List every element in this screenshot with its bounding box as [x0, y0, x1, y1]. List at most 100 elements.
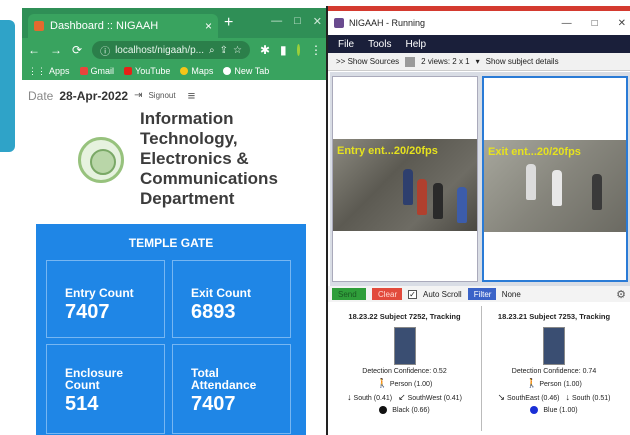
subject-panel[interactable]: 18.23.21 Subject 7253, Tracking Detectio… [481, 306, 626, 431]
bookmark-apps[interactable]: ⋮⋮ Apps [28, 66, 70, 77]
side-accent-strip [0, 20, 15, 152]
browser-tab[interactable]: Dashboard :: NIGAAH × [28, 14, 218, 38]
browser-window: Dashboard :: NIGAAH × + — □ ✕ ← → ⟳ ⓘ lo… [22, 8, 328, 435]
reload-icon[interactable]: ⟳ [72, 43, 82, 57]
bookmark-star-icon[interactable]: ☆ [233, 45, 242, 56]
arrow-down-icon: ↓ [347, 392, 352, 402]
nigaah-close-button[interactable]: ✕ [618, 18, 626, 29]
subject-panels: 18.23.22 Subject 7252, Tracking Detectio… [328, 304, 630, 435]
views-dropdown-icon[interactable]: ▾ [476, 57, 480, 66]
address-bar[interactable]: ⓘ localhost/nigaah/p... ⌕ ⇪ ☆ [92, 41, 250, 59]
menu-tools[interactable]: Tools [368, 39, 391, 50]
tab-close-icon[interactable]: × [205, 19, 212, 33]
bookmarks-bar: ⋮⋮ Apps Gmail YouTube Maps New Tab [22, 62, 328, 80]
feed-caption: Entry ent...20/20fps [337, 145, 438, 157]
nigaah-maximize-button[interactable]: □ [592, 18, 598, 29]
arrow-down-icon: ↓ [565, 392, 571, 402]
exit-count-label: Exit Count [191, 286, 251, 300]
telangana-emblem-logo [78, 137, 124, 183]
exit-count-card: Exit Count 6893 [172, 260, 291, 338]
nigaah-title: NIGAAH - Running [349, 18, 426, 28]
browser-toolbar: ← → ⟳ ⓘ localhost/nigaah/p... ⌕ ⇪ ☆ ✱ ▮ … [22, 38, 328, 62]
apps-grid-icon: ⋮⋮ [28, 65, 46, 76]
entry-count-card: Entry Count 7407 [46, 260, 165, 338]
hamburger-menu-icon[interactable]: ≡ [188, 88, 196, 103]
nigaah-window-controls: — □ ✕ [562, 18, 626, 29]
signout-link[interactable]: Signout [148, 91, 175, 100]
direction-a: South (0.41) [353, 395, 393, 402]
share-icon[interactable]: ⇪ [220, 45, 228, 56]
forward-icon[interactable]: → [50, 43, 62, 57]
department-header: Information Technology, Electronics & Co… [22, 103, 328, 221]
sidepanel-icon[interactable]: ▮ [280, 43, 287, 57]
date-row: Date 28-Apr-2022 ⇥ Signout ≡ [22, 80, 328, 103]
back-icon[interactable]: ← [28, 43, 40, 57]
clear-button[interactable]: Clear [372, 288, 402, 300]
settings-gear-icon[interactable]: ⚙ [616, 288, 626, 301]
more-menu-icon[interactable]: ⋮ [310, 43, 322, 57]
youtube-icon [124, 67, 133, 75]
extensions-icon[interactable]: ✱ [260, 43, 270, 57]
nigaah-toolbar: >> Show Sources 2 views: 2 x 1 ▾ Show su… [328, 53, 630, 71]
department-name: Information Technology, Electronics & Co… [140, 109, 278, 208]
maps-icon [180, 67, 189, 75]
enclosure-count-label: Enclosure Count [65, 366, 124, 392]
entry-count-label: Entry Count [65, 286, 134, 300]
bookmark-maps[interactable]: Maps [180, 66, 213, 76]
date-value: 28-Apr-2022 [59, 88, 129, 103]
total-attendance-card: Total Attendance 7407 [172, 344, 291, 434]
nigaah-menubar: File Tools Help [328, 35, 630, 53]
total-attendance-value: 7407 [191, 393, 236, 415]
send-button[interactable]: Send [332, 288, 366, 300]
camera-view-2[interactable]: Exit ent...20/20fps [482, 76, 628, 282]
url-text: localhost/nigaah/p... [115, 44, 205, 56]
subject-header: 18.23.22 Subject 7252, Tracking [348, 312, 461, 321]
camera-feed-exit: Exit ent...20/20fps [484, 140, 626, 232]
bookmark-gmail[interactable]: Gmail [79, 66, 114, 76]
signout-icon[interactable]: ⇥ [134, 90, 142, 101]
newtab-icon [223, 67, 232, 75]
color-class: Blue (1.00) [543, 406, 578, 414]
person-figure [552, 170, 562, 206]
nigaah-minimize-button[interactable]: — [562, 18, 572, 29]
enclosure-count-card: Enclosure Count 514 [46, 344, 165, 434]
auto-scroll-checkbox[interactable]: ✓ [408, 289, 417, 299]
minimize-button[interactable]: — [271, 15, 282, 28]
menu-file[interactable]: File [338, 39, 354, 50]
subject-thumbnail [543, 327, 565, 365]
show-sources-button[interactable]: >> Show Sources [336, 57, 399, 66]
tab-title: Dashboard :: NIGAAH [50, 20, 159, 32]
subject-header: 18.23.21 Subject 7253, Tracking [497, 312, 611, 321]
bookmark-youtube[interactable]: YouTube [124, 66, 170, 76]
detection-confidence: Detection Confidence: 0.74 [511, 368, 597, 375]
entry-count-value: 7407 [65, 301, 110, 323]
filter-value: None [501, 289, 521, 299]
person-figure [592, 174, 602, 210]
search-icon[interactable]: ⌕ [209, 45, 215, 56]
views-selector[interactable]: 2 views: 2 x 1 [421, 57, 469, 66]
bookmark-new-tab[interactable]: New Tab [223, 66, 269, 76]
feed-caption: Exit ent...20/20fps [488, 146, 581, 158]
direction-b: South (0.51) [571, 395, 611, 402]
browser-window-controls: — □ ✕ [271, 15, 322, 28]
color-class: Black (0.66) [392, 406, 430, 414]
gmail-icon [79, 67, 88, 75]
arrow-down-left-icon: ↙ [398, 392, 406, 402]
show-details-button[interactable]: Show subject details [486, 57, 559, 66]
subject-thumbnail [393, 327, 416, 365]
person-figure [417, 179, 427, 215]
filter-button[interactable]: Filter [467, 288, 496, 300]
maximize-button[interactable]: □ [294, 15, 301, 28]
info-icon[interactable]: ⓘ [100, 43, 110, 58]
camera-view-1[interactable]: Entry ent...20/20fps [332, 76, 478, 282]
camera-views-area: Entry ent...20/20fps Exit ent...20/20fps… [330, 72, 630, 346]
subject-panel[interactable]: 18.23.22 Subject 7252, Tracking Detectio… [332, 306, 477, 431]
close-button[interactable]: ✕ [313, 15, 322, 28]
menu-help[interactable]: Help [405, 39, 426, 50]
nigaah-titlebar: NIGAAH - Running — □ ✕ [328, 11, 630, 35]
new-tab-button[interactable]: + [224, 14, 233, 32]
nigaah-window: NIGAAH - Running — □ ✕ File Tools Help >… [326, 6, 630, 435]
color-swatch [530, 406, 539, 414]
person-walking-icon: 🚶 [526, 378, 538, 388]
profile-avatar[interactable] [296, 44, 300, 56]
